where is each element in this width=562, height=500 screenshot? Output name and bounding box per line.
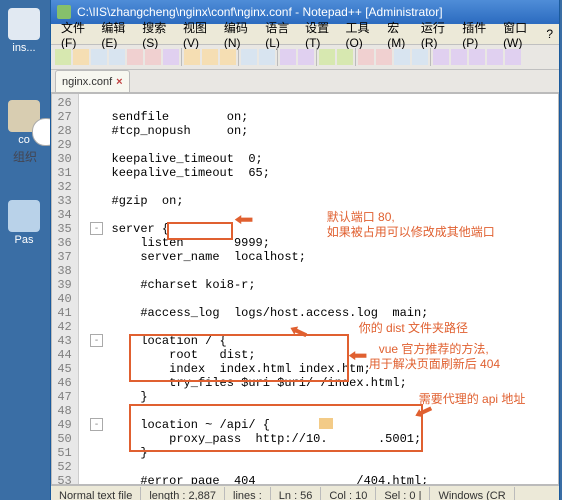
annotation-vue-2: 用于解决页面刷新后 404	[369, 357, 500, 371]
print-icon[interactable]	[163, 49, 179, 65]
tab-close-icon[interactable]: ×	[116, 76, 122, 88]
toolbar	[51, 45, 559, 70]
menu-file[interactable]: 文件(F)	[55, 18, 95, 51]
code-line[interactable]: keepalive_timeout 0;	[83, 152, 558, 166]
code-line[interactable]	[83, 292, 558, 306]
fold-toggle-icon[interactable]: -	[90, 334, 103, 347]
undo-icon[interactable]	[241, 49, 257, 65]
menu-language[interactable]: 语言(L)	[259, 18, 299, 51]
copy-icon[interactable]	[202, 49, 218, 65]
menu-encoding[interactable]: 编码(N)	[218, 18, 259, 51]
arrow-icon: ⬅	[288, 325, 309, 342]
statusbar: Normal text file length : 2,887 lines : …	[51, 485, 559, 500]
tab-label: nginx.conf	[62, 76, 112, 88]
playrec-icon[interactable]	[487, 49, 503, 65]
code-line[interactable]: #error_page 404 /404.html;	[83, 474, 558, 485]
code-line[interactable]: #charset koi8-r;	[83, 278, 558, 292]
menu-help[interactable]: ?	[540, 26, 559, 42]
code-line[interactable]	[83, 138, 558, 152]
editor[interactable]: 2627282930313233343536373839404142434445…	[51, 93, 559, 485]
fold-toggle-icon[interactable]: -	[90, 418, 103, 431]
menu-plugins[interactable]: 插件(P)	[456, 18, 497, 51]
tab-nginx-conf[interactable]: nginx.conf ×	[55, 70, 130, 92]
code-line[interactable]: keepalive_timeout 65;	[83, 166, 558, 180]
annotation-vue-1: vue 官方推荐的方法,	[379, 342, 489, 356]
redaction	[304, 418, 318, 429]
find-icon[interactable]	[280, 49, 296, 65]
desktop-icon[interactable]: Pas	[0, 200, 48, 246]
menu-window[interactable]: 窗口(W)	[497, 18, 540, 51]
menu-edit[interactable]: 编辑(E)	[95, 18, 136, 51]
status-lines: lines :	[225, 487, 271, 500]
wrap-icon[interactable]	[358, 49, 374, 65]
arrow-icon: ⬅	[349, 352, 367, 362]
menubar: 文件(F) 编辑(E) 搜索(S) 视图(V) 编码(N) 语言(L) 设置(T…	[51, 24, 559, 45]
indent-icon[interactable]	[394, 49, 410, 65]
code-line[interactable]	[83, 208, 558, 222]
code-line[interactable]: sendfile on;	[83, 110, 558, 124]
code-line[interactable]	[83, 264, 558, 278]
annotation-port-1: 默认端口 80,	[327, 210, 395, 224]
code-area[interactable]: sendfile on; #tcp_nopush on; keepalive_t…	[79, 94, 558, 484]
notepadpp-window: C:\IIS\zhangcheng\nginx\conf\nginx.conf …	[50, 0, 560, 500]
status-col: Col : 10	[321, 487, 376, 500]
cut-icon[interactable]	[184, 49, 200, 65]
fold-toggle-icon[interactable]: -	[90, 222, 103, 235]
redo-icon[interactable]	[259, 49, 275, 65]
paste-icon[interactable]	[220, 49, 236, 65]
explorer-label: 组织	[13, 148, 37, 165]
tabbar: nginx.conf ×	[51, 70, 559, 93]
open-icon[interactable]	[73, 49, 89, 65]
annotation-port-2: 如果被占用可以修改成其他端口	[327, 225, 495, 239]
status-sel: Sel : 0 |	[376, 487, 430, 500]
icon-label: Pas	[0, 234, 48, 246]
folder-icon[interactable]	[412, 49, 428, 65]
saveall-icon[interactable]	[109, 49, 125, 65]
replace-icon[interactable]	[298, 49, 314, 65]
menu-view[interactable]: 视图(V)	[177, 18, 218, 51]
play-icon[interactable]	[451, 49, 467, 65]
annotation-dist: 你的 dist 文件夹路径	[359, 321, 468, 335]
menu-tools[interactable]: 工具(O)	[339, 18, 381, 51]
menu-macro[interactable]: 宏(M)	[381, 18, 415, 51]
code-line[interactable]: #tcp_nopush on;	[83, 124, 558, 138]
menu-run[interactable]: 运行(R)	[415, 18, 456, 51]
code-line[interactable]: #gzip on;	[83, 194, 558, 208]
status-length: length : 2,887	[141, 487, 225, 500]
line-gutter: 2627282930313233343536373839404142434445…	[52, 94, 79, 484]
arrow-icon: ⬅	[235, 216, 253, 226]
desktop-icon[interactable]: ins...	[0, 8, 48, 54]
arrow-icon: ⬅	[414, 405, 435, 422]
highlight-proxy	[129, 404, 423, 452]
zoomout-icon[interactable]	[337, 49, 353, 65]
status-filetype: Normal text file	[51, 487, 141, 500]
icon-label: ins...	[0, 42, 48, 54]
new-icon[interactable]	[55, 49, 71, 65]
saverec-icon[interactable]	[505, 49, 521, 65]
menu-settings[interactable]: 设置(T)	[299, 18, 339, 51]
closeall-icon[interactable]	[145, 49, 161, 65]
highlight-listen-port	[167, 222, 233, 240]
annotation-api: 需要代理的 api 地址	[419, 392, 526, 406]
zoomin-icon[interactable]	[319, 49, 335, 65]
save-icon[interactable]	[91, 49, 107, 65]
code-line[interactable]: server_name localhost;	[83, 250, 558, 264]
stop-icon[interactable]	[469, 49, 485, 65]
menu-search[interactable]: 搜索(S)	[136, 18, 177, 51]
code-line[interactable]	[83, 460, 558, 474]
allchars-icon[interactable]	[376, 49, 392, 65]
close-icon[interactable]	[127, 49, 143, 65]
record-icon[interactable]	[433, 49, 449, 65]
highlight-location-root	[129, 334, 349, 382]
code-line[interactable]	[83, 320, 558, 334]
code-line[interactable]	[83, 96, 558, 110]
code-line[interactable]: #access_log logs/host.access.log main;	[83, 306, 558, 320]
redaction	[319, 418, 333, 429]
status-os: Windows (CR	[430, 487, 514, 500]
code-line[interactable]	[83, 180, 558, 194]
status-ln: Ln : 56	[271, 487, 322, 500]
